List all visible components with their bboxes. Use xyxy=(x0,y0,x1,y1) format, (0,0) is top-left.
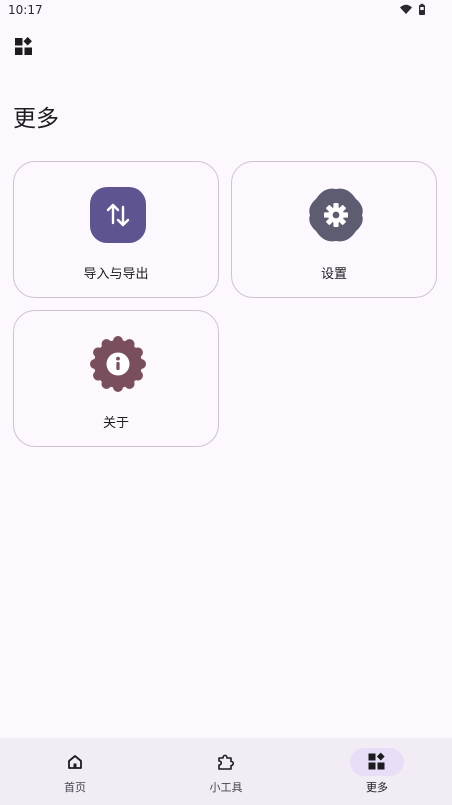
widgets-icon xyxy=(368,752,385,770)
settings-card[interactable]: 设置 xyxy=(231,161,437,298)
status-time: 10:17 xyxy=(8,3,43,17)
widgets-icon[interactable] xyxy=(14,37,34,57)
puzzle-icon xyxy=(218,754,235,770)
home-icon xyxy=(68,755,82,769)
status-icons xyxy=(400,3,425,15)
about-label: 关于 xyxy=(102,416,129,431)
nav-item-home[interactable]: 首页 xyxy=(0,738,150,805)
import-export-label: 导入与导出 xyxy=(83,267,149,282)
nav-label-home: 首页 xyxy=(64,781,86,794)
nav-item-tools[interactable]: 小工具 xyxy=(151,738,301,805)
nav-label-tools: 小工具 xyxy=(209,781,243,794)
info-icon xyxy=(90,336,146,392)
status-bar: 10:17 xyxy=(0,0,452,22)
nav-item-more[interactable]: 更多 xyxy=(302,738,452,805)
settings-icon xyxy=(309,188,363,242)
bottom-navigation: 首页 小工具 更多 xyxy=(0,738,452,805)
about-card[interactable]: 关于 xyxy=(13,310,219,447)
page-title: 更多 xyxy=(13,106,59,132)
settings-label: 设置 xyxy=(320,267,347,282)
nav-label-more: 更多 xyxy=(366,781,388,794)
import-export-card[interactable]: 导入与导出 xyxy=(13,161,219,298)
wifi-icon xyxy=(400,4,412,14)
import-export-icon xyxy=(90,187,146,243)
battery-icon xyxy=(419,3,425,15)
